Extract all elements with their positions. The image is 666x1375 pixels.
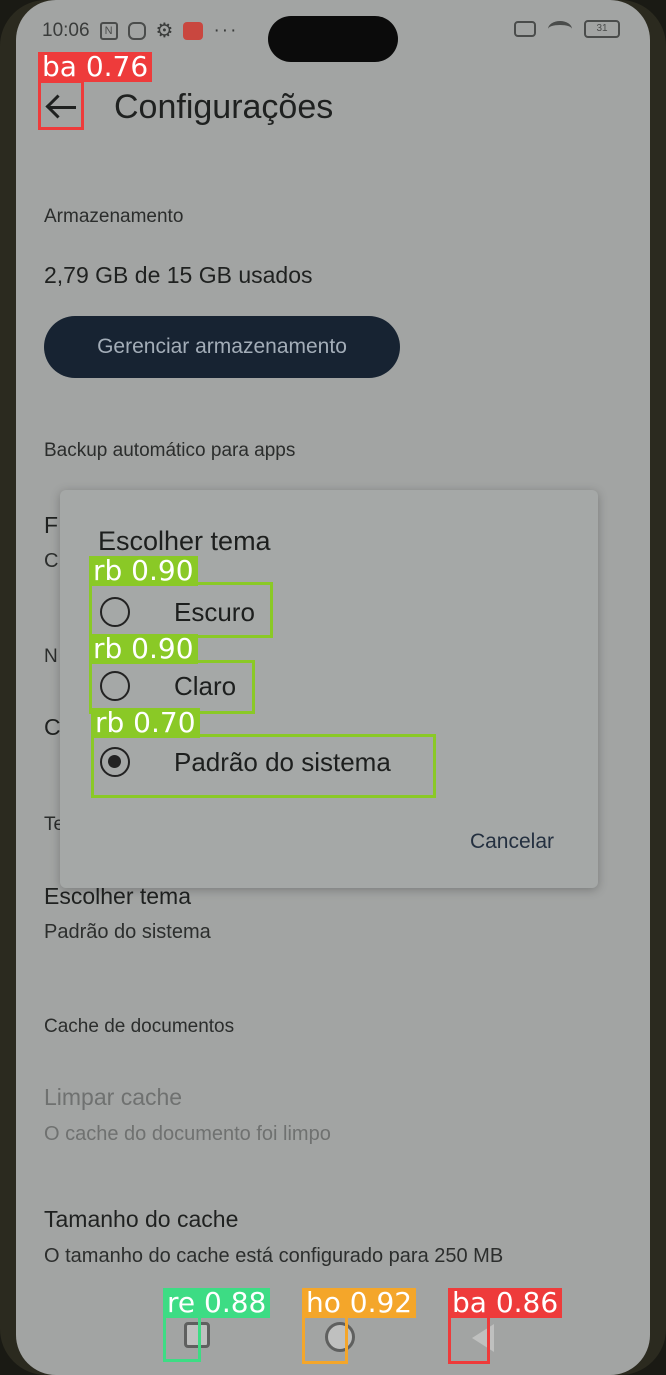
annotation-label: re 0.88 [163, 1288, 271, 1318]
mail-icon [183, 21, 204, 40]
partial-item-1[interactable]: F [44, 512, 58, 539]
cache-section-title: Cache de documentos [44, 1016, 235, 1037]
sim-icon [127, 21, 146, 40]
gear-icon: ⚙ [155, 20, 174, 42]
nfc-icon: N [99, 21, 118, 40]
annotation-label: rb 0.90 [89, 634, 198, 664]
annotation-box-recent [163, 1314, 201, 1362]
annotation-box-home [302, 1314, 348, 1364]
annotation-box-radio-3 [91, 734, 436, 798]
cache-size-subtitle: O tamanho do cache está configurado para… [44, 1245, 504, 1267]
annotation-label: ba 0.86 [448, 1288, 563, 1318]
annotation-label: ho 0.92 [302, 1288, 417, 1318]
storage-section-title: Armazenamento [44, 206, 184, 227]
annotation-label: rb 0.90 [89, 556, 198, 586]
partial-item-2: C [44, 550, 59, 572]
annotation-box-back [38, 80, 84, 130]
battery-icon: 31 [584, 20, 620, 38]
dialog-title: Escolher tema [98, 526, 271, 556]
annotation-box-nav-back [448, 1314, 490, 1364]
clear-cache-subtitle: O cache do documento foi limpo [44, 1123, 331, 1145]
camera-notch [268, 16, 398, 62]
partial-item-4[interactable]: C [44, 714, 61, 741]
status-bar: 10:06 N ⚙ ··· 31 [16, 10, 650, 62]
signal-off-icon [514, 21, 536, 37]
backup-section-title: Backup automático para apps [44, 440, 296, 461]
cancel-button[interactable]: Cancelar [470, 830, 554, 854]
cache-size-title[interactable]: Tamanho do cache [44, 1206, 238, 1233]
partial-item-3: N [44, 646, 58, 667]
choose-theme-value: Padrão do sistema [44, 921, 211, 943]
page-title: Configurações [114, 88, 334, 126]
app-bar: Configurações [16, 78, 650, 138]
wifi-icon [548, 21, 572, 37]
annotation-label: rb 0.70 [91, 708, 200, 738]
more-dots-icon: ··· [213, 19, 239, 41]
annotation-label: ba 0.76 [38, 52, 153, 82]
annotation-box-radio-1 [89, 582, 273, 638]
storage-usage: 2,79 GB de 15 GB usados [44, 262, 313, 288]
status-time: 10:06 [42, 19, 90, 41]
manage-storage-button[interactable]: Gerenciar armazenamento [44, 316, 400, 378]
clear-cache-title[interactable]: Limpar cache [44, 1084, 182, 1111]
